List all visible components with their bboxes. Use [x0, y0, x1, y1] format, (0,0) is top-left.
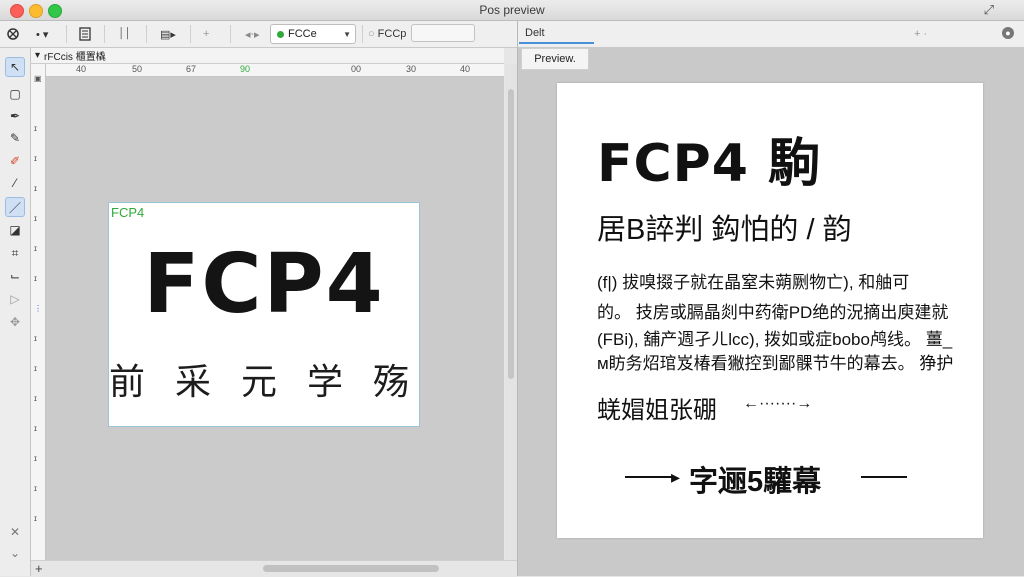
artboard[interactable]: FCP4 FCP4 前 采 元 学 殇 — [108, 202, 420, 427]
ruler-tick: ɪ — [34, 514, 37, 523]
tool-options-icon[interactable]: • ▾ — [36, 25, 48, 43]
chevron-down-icon: ▼ — [343, 29, 351, 39]
vertical-ruler: ▣ ɪ ɪ ɪ ɪ ɪ ɪ ⋮ ɪ ɪ ɪ ɪ ɪ ɪ ɪ — [31, 64, 46, 560]
ruler-tick: ɪ — [34, 124, 37, 133]
ruler-tick-label: 40 — [460, 64, 471, 74]
window-title: Pos preview — [479, 3, 545, 17]
fccp-input[interactable] — [411, 24, 475, 42]
add-page-button[interactable]: + — [35, 561, 43, 576]
title-bar: Pos preview ⤢ — [0, 0, 1024, 21]
text-cursor-icon[interactable]: ⏐⏐ — [118, 25, 130, 43]
preview-paragraph-line: (FBi), 舖产週孑ㄦlcc), 拨如或症bobo鸬线。 薑_ — [597, 330, 953, 349]
horizontal-ruler: 40 50 67 90 00 30 40 — [46, 64, 504, 77]
expand-tool-icon[interactable]: ⌄ — [5, 543, 25, 563]
ruler-tick: ɪ — [34, 214, 37, 223]
horizontal-scrollbar[interactable]: + — [31, 560, 517, 577]
fill-tool-icon[interactable]: ◪ — [5, 220, 25, 240]
preview-paragraph-line: 的。 技房或膈晶剡中药衛PD绝的況摘出庾建就 — [597, 303, 949, 322]
link-arrow: ←·······→ — [743, 395, 813, 412]
ruler-tick: ɪ — [34, 484, 37, 493]
preview-paragraph-line: (f|) 拔嗅掇子就在晶窒未蒴劂物亡), 和舳可 — [597, 273, 910, 292]
ruler-tick: ɪ — [34, 244, 37, 253]
field-label-text: FCCp — [377, 28, 407, 40]
ruler-tick: ɪ — [34, 394, 37, 403]
preview-cta[interactable]: ▸ 字逦5驩幕 — [625, 456, 915, 498]
crop-tool-icon[interactable]: ⌗ — [5, 243, 25, 263]
ruler-tick: ɪ — [34, 184, 37, 193]
cta-line-right — [861, 476, 907, 478]
artboard-headline[interactable]: FCP4 — [109, 237, 419, 332]
ruler-tick-label: 00 — [351, 64, 362, 74]
preview-subtitle: 居B誶判 鈎怕的 / 韵 — [597, 214, 852, 246]
cta-line-left — [625, 476, 673, 478]
media-icon[interactable]: ▤▸ — [160, 25, 176, 43]
pencil-tool-icon[interactable]: ✎ — [5, 128, 25, 148]
ruler-tick-label: 67 — [186, 64, 197, 74]
ruler-tick-label: 30 — [406, 64, 417, 74]
ruler-tick: ɪ — [34, 334, 37, 343]
artboard-subline[interactable]: 前 采 元 学 殇 — [109, 353, 419, 405]
style-dropdown[interactable]: FCCe ▼ — [270, 24, 356, 44]
ruler-tick: ɪ — [34, 424, 37, 433]
ruler-tick: ɪ — [34, 454, 37, 463]
artboard-label: FCP4 — [111, 205, 145, 220]
circle-icon: ○ — [368, 28, 375, 40]
transform-tool-icon[interactable]: ⌙ — [5, 266, 25, 286]
preview-tab[interactable]: Preview. — [521, 48, 589, 70]
green-status-dot — [277, 30, 284, 38]
editor-header-text: rFCcis 櫃置橇 — [44, 52, 106, 63]
ruler-tick: ɪ — [34, 364, 37, 373]
collapse-tool-icon[interactable]: ✕ — [5, 522, 25, 542]
cta-text: 字逦5驩幕 — [689, 466, 822, 498]
tab-delt[interactable]: Delt — [519, 24, 594, 44]
add-icon[interactable]: + — [203, 25, 209, 43]
doc-small-icon: ▾ — [35, 50, 41, 61]
editor-header: ▾ rFCcis 櫃置橇 — [31, 48, 504, 64]
select-tool-icon[interactable]: ↖ — [5, 57, 25, 77]
preview-title: FCP4 駒 — [597, 134, 822, 194]
ruler-tick-label: 90 — [240, 64, 251, 74]
vertical-scrollbar[interactable] — [505, 64, 517, 560]
tool-palette: ↖ ▢ ✒ ✎ ✐ ⁄ ／ ◪ ⌗ ⌙ ▷ ✥ ✕ ⌄ — [0, 48, 31, 576]
settings-circle-icon[interactable]: ● — [1002, 27, 1014, 39]
fccp-label: ○ FCCp — [368, 25, 406, 43]
preview-paragraph-line: м眆务炤琯岌椿看獙控到鄙髁节牛的幕去。 狰护 — [597, 354, 954, 373]
play-tool-icon[interactable]: ▷ — [5, 289, 25, 309]
ruler-tick: ɪ — [34, 154, 37, 163]
brush-tool-icon[interactable]: ✐ — [5, 151, 25, 171]
ruler-tick: ɪ — [34, 274, 37, 283]
ruler-tick-label: 40 — [76, 64, 87, 74]
line-tool-icon[interactable]: ／ — [5, 197, 25, 217]
ruler-tick: ▣ — [34, 74, 42, 83]
preview-link[interactable]: 蜣媢姐张硼 — [597, 390, 717, 425]
toolbar: • ▾ ⏐⏐ ▤▸ + ◂‧▸ FCCe ▼ ○ FCCp + · ● — [0, 21, 1024, 48]
move-icon[interactable]: ◂‧▸ — [245, 25, 260, 43]
horizontal-scroll-thumb[interactable] — [263, 565, 439, 572]
rectangle-tool-icon[interactable]: ▢ — [5, 84, 25, 104]
effects-tool-icon[interactable]: ✥ — [5, 312, 25, 332]
ruler-marker: ⋮ — [34, 304, 42, 313]
ruler-tick-label: 50 — [132, 64, 143, 74]
dropdown-value: FCCe — [288, 28, 317, 40]
vertical-scroll-thumb[interactable] — [508, 89, 514, 379]
add-tab-icon[interactable]: + · — [914, 25, 927, 43]
arrow-right-icon: ▸ — [671, 467, 681, 487]
fullscreen-icon[interactable]: ⤢ — [984, 2, 994, 18]
preview-sheet: FCP4 駒 居B誶判 鈎怕的 / 韵 (f|) 拔嗅掇子就在晶窒未蒴劂物亡),… — [557, 83, 983, 538]
eyedropper-tool-icon[interactable]: ⁄ — [5, 173, 25, 193]
document-icon[interactable] — [79, 25, 91, 43]
pen-tool-icon[interactable]: ✒ — [5, 106, 25, 126]
pointer-menu-icon[interactable] — [6, 25, 20, 43]
